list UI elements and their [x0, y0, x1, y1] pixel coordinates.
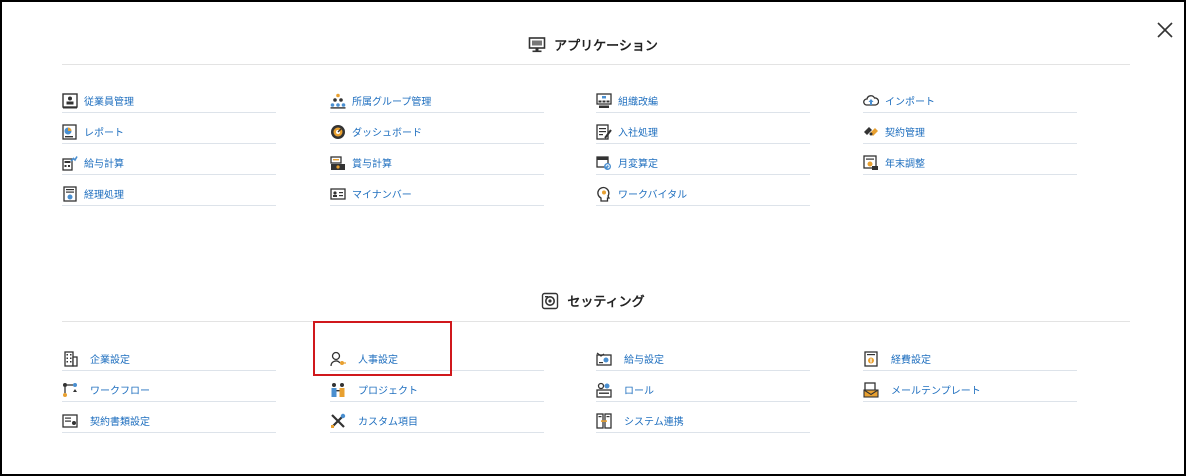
setting-item-workflow[interactable]: ワークフロー [62, 378, 276, 402]
item-label: 所属グループ管理 [352, 97, 432, 108]
yearend-adjust-icon [863, 154, 878, 170]
app-item-employee-management[interactable]: 従業員管理 [62, 89, 276, 113]
contract-document-icon [62, 413, 78, 428]
calculator-chart-icon [62, 155, 78, 171]
app-item-bonus[interactable]: 賞与計算 [330, 151, 544, 175]
id-card-icon [330, 187, 346, 200]
item-label: 経理処理 [84, 190, 124, 201]
item-label: マイナンバー [352, 190, 412, 201]
item-label: メールテンプレート [891, 386, 981, 397]
item-label: レポート [84, 128, 124, 139]
item-label: 契約管理 [885, 128, 925, 139]
employee-book-icon [62, 92, 78, 108]
mail-template-icon [863, 381, 879, 398]
setting-item-expense[interactable]: 経費設定 [863, 347, 1077, 371]
setting-item-project[interactable]: プロジェクト [330, 378, 544, 402]
settings-gear-icon [542, 292, 559, 309]
settings-divider [62, 321, 1130, 322]
head-profile-icon [597, 186, 611, 202]
project-team-icon [331, 382, 345, 397]
item-label: 年末調整 [885, 159, 925, 170]
item-label: 給与計算 [84, 159, 124, 170]
setting-item-role[interactable]: ロール [596, 378, 810, 402]
setting-item-custom-fields[interactable]: カスタム項目 [330, 409, 544, 433]
app-item-dashboard[interactable]: ダッシュボード [330, 120, 544, 144]
user-key-icon [330, 351, 346, 366]
role-users-icon [596, 382, 612, 398]
monitor-icon [528, 36, 546, 52]
item-label: 契約書類設定 [90, 417, 150, 428]
app-item-onboarding[interactable]: 入社処理 [596, 120, 810, 144]
item-label: カスタム項目 [358, 417, 418, 428]
item-label: プロジェクト [358, 386, 418, 397]
item-label: ワークバイタル [618, 190, 688, 201]
item-label: 入社処理 [618, 128, 658, 139]
app-item-accounting[interactable]: 経理処理 [62, 182, 276, 206]
item-label: インポート [885, 97, 935, 108]
settings-section-title: セッティング [0, 291, 1186, 310]
app-item-yearend-adjustment[interactable]: 年末調整 [863, 151, 1077, 175]
item-label: 経費設定 [891, 355, 931, 366]
setting-item-system-integration[interactable]: システム連携 [596, 409, 810, 433]
item-label: ロール [624, 386, 654, 397]
workflow-icon [63, 382, 77, 397]
setting-item-company[interactable]: 企業設定 [62, 347, 276, 371]
item-label: 月変算定 [618, 159, 658, 170]
report-chart-icon [62, 123, 77, 140]
app-item-import[interactable]: インポート [863, 89, 1077, 113]
modal-dialog [0, 0, 1186, 476]
applications-divider [62, 64, 1130, 65]
settings-title-text: セッティング [567, 295, 645, 310]
handshake-icon [864, 126, 878, 136]
org-chart-icon [596, 92, 612, 108]
applications-title-text: アプリケーション [554, 39, 658, 54]
item-label: 給与設定 [624, 355, 664, 366]
tools-wrench-icon [331, 413, 346, 428]
dashboard-gauge-icon [331, 124, 345, 139]
app-item-group-management[interactable]: 所属グループ管理 [330, 89, 544, 113]
setting-item-hr[interactable]: 人事設定 [330, 347, 544, 371]
item-label: システム連携 [624, 417, 684, 428]
document-pen-icon [596, 123, 612, 140]
item-label: 従業員管理 [84, 97, 134, 108]
accounting-document-icon [63, 185, 77, 202]
app-item-work-vital[interactable]: ワークバイタル [596, 182, 810, 206]
app-item-contract-management[interactable]: 契約管理 [863, 120, 1077, 144]
payroll-setting-icon [596, 351, 612, 366]
setting-item-payroll[interactable]: 給与設定 [596, 347, 810, 371]
app-item-monthly-revision[interactable]: 月変算定 [596, 151, 810, 175]
app-item-report[interactable]: レポート [62, 120, 276, 144]
bonus-money-icon [330, 155, 345, 170]
system-link-icon [596, 412, 612, 429]
app-item-org-restructure[interactable]: 組織改編 [596, 89, 810, 113]
expense-document-icon [864, 350, 878, 367]
group-pyramid-icon [330, 93, 346, 109]
setting-item-mail-template[interactable]: メールテンプレート [863, 378, 1077, 402]
item-label: 賞与計算 [352, 159, 392, 170]
item-label: ダッシュボード [352, 128, 422, 139]
calendar-refresh-icon [596, 155, 611, 170]
item-label: ワークフロー [90, 386, 150, 397]
item-label: 企業設定 [90, 355, 130, 366]
setting-item-contract-document[interactable]: 契約書類設定 [62, 409, 276, 433]
cloud-upload-icon [863, 94, 879, 106]
app-item-my-number[interactable]: マイナンバー [330, 182, 544, 206]
item-label: 組織改編 [618, 97, 658, 108]
applications-section-title: アプリケーション [0, 35, 1186, 54]
item-label: 人事設定 [358, 355, 398, 366]
app-item-payroll[interactable]: 給与計算 [62, 151, 276, 175]
building-icon [64, 350, 78, 367]
